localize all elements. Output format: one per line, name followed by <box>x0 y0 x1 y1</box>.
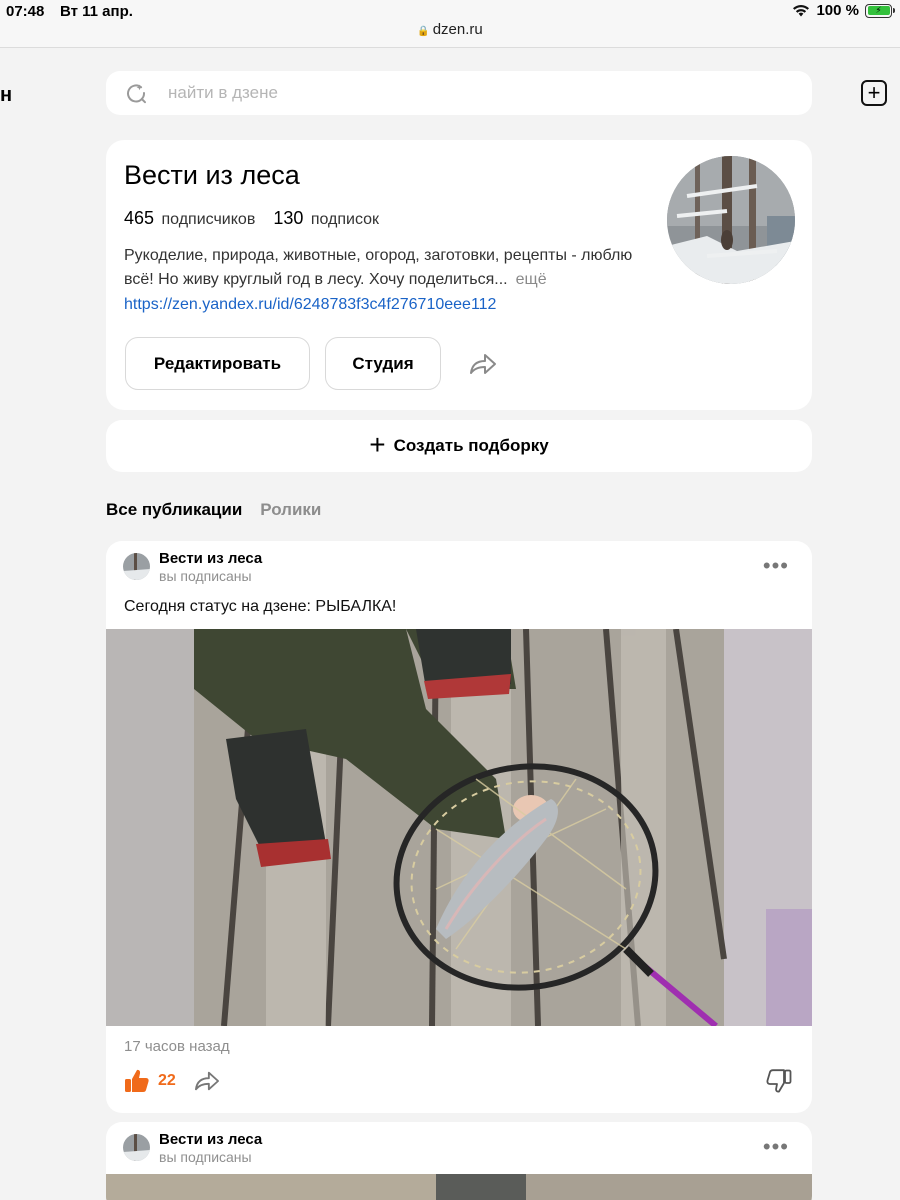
post-timestamp: 17 часов назад <box>124 1038 230 1055</box>
channel-link[interactable]: https://zen.yandex.ru/id/6248783f3c4f276… <box>124 296 496 314</box>
share-icon[interactable] <box>193 1069 221 1093</box>
subscribers-count: 465 <box>124 208 155 228</box>
more-dots-icon[interactable]: ••• <box>763 1136 789 1158</box>
add-square-icon[interactable]: + <box>861 80 887 106</box>
description-text: Рукоделие, природа, животные, огород, за… <box>124 247 633 288</box>
like-icon <box>125 1069 149 1092</box>
status-right: 100 % ⚡ <box>792 2 895 19</box>
post-card: Вести из леса вы подписаны ••• Сегодня с… <box>106 541 812 1113</box>
like-count: 22 <box>158 1072 176 1089</box>
subscribers-label: подписчиков <box>161 211 256 228</box>
search-icon <box>127 84 146 104</box>
subscribers-stat[interactable]: 465 подписчиков <box>124 208 255 229</box>
post-photo[interactable] <box>106 1174 812 1200</box>
post-photo[interactable] <box>106 629 812 1026</box>
channel-title: Вести из леса <box>124 160 300 190</box>
avatar <box>123 1134 150 1161</box>
create-collection-label: Создать подборку <box>393 436 549 455</box>
subscriptions-stat[interactable]: 130 подписок <box>273 208 379 229</box>
search-bar[interactable] <box>106 71 812 115</box>
more-link[interactable]: ещё <box>516 271 547 288</box>
post-author[interactable]: Вести из леса <box>159 1131 262 1148</box>
address-bar[interactable]: 🔒 dzen.ru <box>0 21 900 38</box>
share-icon[interactable] <box>468 351 498 377</box>
post-author[interactable]: Вести из леса <box>159 550 262 567</box>
url-text: dzen.ru <box>432 21 483 38</box>
subscriptions-label: подписок <box>310 211 380 228</box>
plus-icon: + <box>369 428 386 460</box>
subscriptions-count: 130 <box>273 208 304 228</box>
channel-stats: 465 подписчиков 130 подписок <box>124 208 379 229</box>
channel-description: Рукоделие, природа, животные, огород, за… <box>124 244 644 292</box>
more-dots-icon[interactable]: ••• <box>763 555 789 577</box>
like-button[interactable]: 22 <box>124 1068 176 1094</box>
post-card: Вести из леса вы подписаны ••• <box>106 1122 812 1200</box>
studio-button[interactable]: Студия <box>325 337 441 390</box>
status-bar: 07:48 Вт 11 апр. 100 % ⚡ 🔒 dzen.ru <box>0 0 900 48</box>
avatar <box>123 553 150 580</box>
left-edge-text: н <box>0 84 13 106</box>
wifi-icon <box>793 5 810 17</box>
battery-percent: 100 % <box>816 2 859 19</box>
search-input[interactable] <box>168 83 728 103</box>
profile-card: Вести из леса 465 подписчиков 130 подпис… <box>106 140 812 410</box>
edit-button[interactable]: Редактировать <box>125 337 310 390</box>
tab-all-publications[interactable]: Все публикации <box>106 500 242 520</box>
post-subscribed-status: вы подписаны <box>159 568 252 584</box>
lock-icon: 🔒 <box>417 26 430 37</box>
post-text: Сегодня статус на дзене: РЫБАЛКА! <box>124 598 397 615</box>
status-time: 07:48 <box>6 3 45 20</box>
battery-icon: ⚡ <box>865 3 895 18</box>
post-subscribed-status: вы подписаны <box>159 1149 252 1165</box>
channel-avatar <box>667 156 795 284</box>
create-collection-button[interactable]: + Создать подборку <box>106 420 812 472</box>
status-date: Вт 11 апр. <box>60 3 133 20</box>
dislike-icon[interactable] <box>766 1068 792 1094</box>
publication-tabs: Все публикации Ролики <box>106 500 321 520</box>
tab-videos[interactable]: Ролики <box>260 500 321 520</box>
